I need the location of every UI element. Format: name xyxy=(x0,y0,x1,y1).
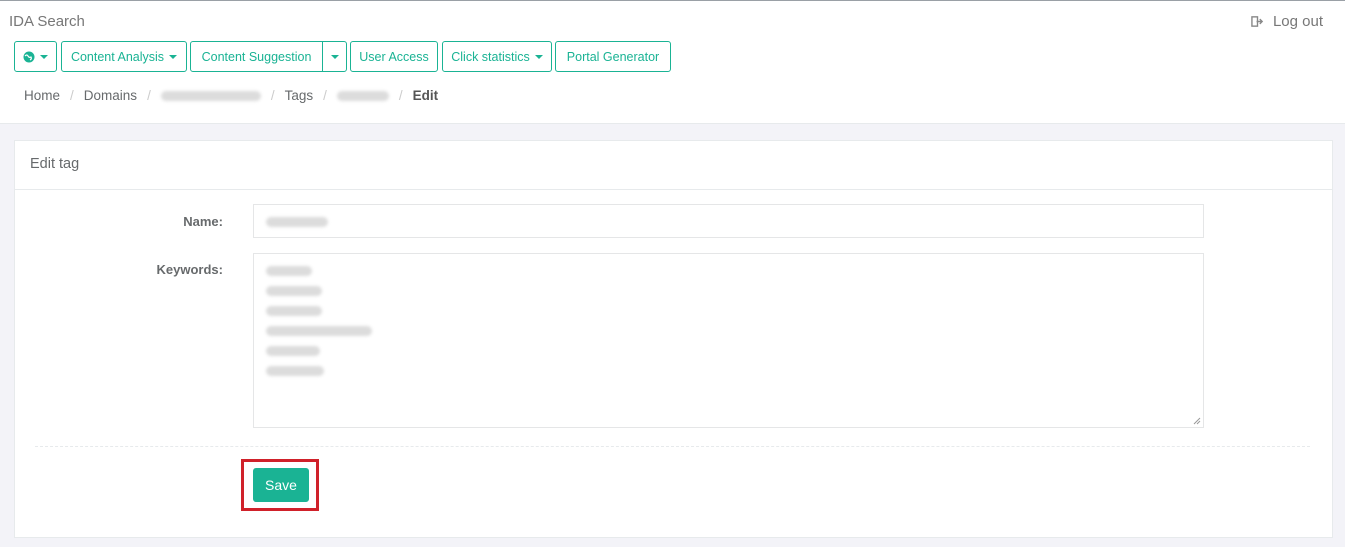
keyword-line-redacted xyxy=(266,306,322,316)
save-button[interactable]: Save xyxy=(253,468,309,502)
breadcrumb-separator: / xyxy=(270,88,275,103)
breadcrumb-tags[interactable]: Tags xyxy=(285,88,314,103)
chevron-down-icon xyxy=(40,54,48,59)
user-access-label: User Access xyxy=(359,49,429,64)
breadcrumb-separator: / xyxy=(398,88,403,103)
chevron-down-icon xyxy=(169,54,178,59)
content-analysis-button[interactable]: Content Analysis xyxy=(61,41,187,72)
app-title: IDA Search xyxy=(9,13,85,30)
breadcrumb: Home / Domains / / Tags / / Edit xyxy=(24,88,438,103)
breadcrumb-separator: / xyxy=(323,88,327,103)
top-bar: IDA Search Log out Content Analysis Cont… xyxy=(0,0,1345,124)
edit-tag-panel: Edit tag Name: Keywords: Save xyxy=(14,140,1333,538)
panel-title: Edit tag xyxy=(15,141,1332,190)
portal-generator-button[interactable]: Portal Generator xyxy=(555,41,671,72)
chevron-down-icon xyxy=(330,54,339,59)
keywords-label: Keywords: xyxy=(156,262,223,277)
name-label: Name: xyxy=(183,214,223,229)
breadcrumb-home[interactable]: Home xyxy=(24,88,60,103)
keywords-textarea[interactable] xyxy=(253,253,1204,428)
resize-handle-icon[interactable] xyxy=(1193,417,1201,425)
globe-icon xyxy=(23,51,35,62)
language-dropdown-button[interactable] xyxy=(14,41,57,72)
portal-generator-label: Portal Generator xyxy=(566,49,660,64)
content-suggestion-dropdown-toggle[interactable] xyxy=(322,41,347,72)
breadcrumb-domain-redacted[interactable] xyxy=(160,90,261,101)
name-input[interactable] xyxy=(253,204,1204,238)
click-statistics-label: Click statistics xyxy=(451,49,530,64)
keyword-line-redacted xyxy=(266,286,322,296)
click-statistics-button[interactable]: Click statistics xyxy=(442,41,552,72)
content-suggestion-label: Content Suggestion xyxy=(201,49,312,64)
keyword-line-redacted xyxy=(266,266,312,276)
keyword-line-redacted xyxy=(266,366,324,376)
form-divider xyxy=(35,446,1310,447)
breadcrumb-separator: / xyxy=(70,88,74,103)
name-value-redacted xyxy=(266,217,328,227)
logout-label[interactable]: Log out xyxy=(1273,13,1323,30)
keyword-line-redacted xyxy=(266,346,320,356)
breadcrumb-edit: Edit xyxy=(412,88,439,103)
breadcrumb-separator: / xyxy=(147,88,151,103)
breadcrumb-tag-redacted[interactable] xyxy=(336,90,389,101)
content-analysis-label: Content Analysis xyxy=(70,49,165,64)
breadcrumb-domains[interactable]: Domains xyxy=(84,88,137,103)
content-suggestion-button[interactable]: Content Suggestion xyxy=(190,41,323,72)
keyword-line-redacted xyxy=(266,326,372,336)
user-access-button[interactable]: User Access xyxy=(350,41,438,72)
logout-link[interactable]: Log out xyxy=(1251,13,1323,30)
chevron-down-icon xyxy=(534,54,543,59)
sign-out-icon xyxy=(1251,16,1264,27)
